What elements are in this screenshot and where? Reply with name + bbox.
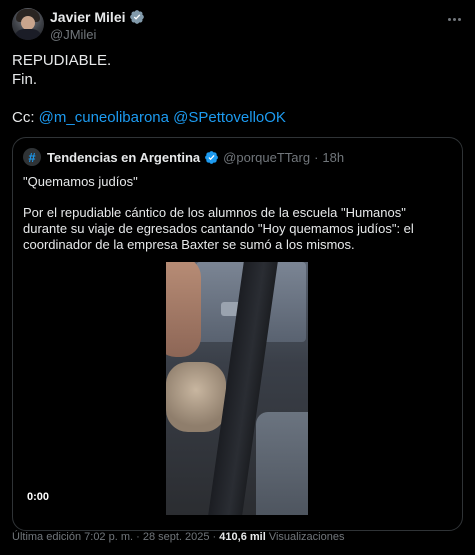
views-label: Visualizaciones xyxy=(268,531,345,543)
trending-hashtag-icon: # xyxy=(23,148,41,166)
tweet-footer: Última edición 7:02 p. m. · 28 sept. 202… xyxy=(12,531,344,543)
mention-link[interactable]: @SPettovelloOK xyxy=(173,109,286,126)
author-name-row: Javier Milei xyxy=(50,9,145,25)
verified-badge-icon xyxy=(205,150,219,164)
author-avatar[interactable] xyxy=(12,8,44,40)
quoted-tweet-header: # Tendencias en Argentina @porqueTTarg ·… xyxy=(23,148,344,166)
verified-badge-icon xyxy=(129,10,144,24)
tweet-header: Javier Milei @JMilei xyxy=(12,8,463,44)
quoted-timestamp[interactable]: 18h xyxy=(322,150,344,165)
tweet-text: REPUDIABLE. Fin. xyxy=(12,51,111,89)
author-handle[interactable]: @JMilei xyxy=(50,27,96,42)
tweet-cc-line: Cc: @m_cuneolibarona @SPettovelloOK xyxy=(12,108,286,127)
quoted-title: "Quemamos judíos" xyxy=(23,174,138,189)
views-count: 410,6 mil xyxy=(219,531,266,543)
more-options-icon[interactable] xyxy=(445,10,463,28)
author-name[interactable]: Javier Milei xyxy=(50,9,126,25)
quoted-author-name[interactable]: Tendencias en Argentina xyxy=(47,150,200,165)
tweet-line: Fin. xyxy=(12,71,38,88)
separator-dot: · xyxy=(314,149,319,165)
video-timestamp: 0:00 xyxy=(27,491,50,503)
quoted-author-handle[interactable]: @porqueTTarg xyxy=(223,150,310,165)
video-player[interactable] xyxy=(166,262,308,515)
mention-link[interactable]: @m_cuneolibarona xyxy=(39,109,169,126)
edited-timestamp[interactable]: Última edición 7:02 p. m. · 28 sept. 202… xyxy=(12,531,216,543)
cc-label: Cc: xyxy=(12,109,35,126)
tweet-line: REPUDIABLE. xyxy=(12,52,112,69)
quoted-body: Por el repudiable cántico de los alumnos… xyxy=(23,205,414,252)
quoted-tweet-card[interactable]: # Tendencias en Argentina @porqueTTarg ·… xyxy=(12,137,463,531)
quoted-tweet-text: "Quemamos judíos" Por el repudiable cánt… xyxy=(23,174,453,253)
